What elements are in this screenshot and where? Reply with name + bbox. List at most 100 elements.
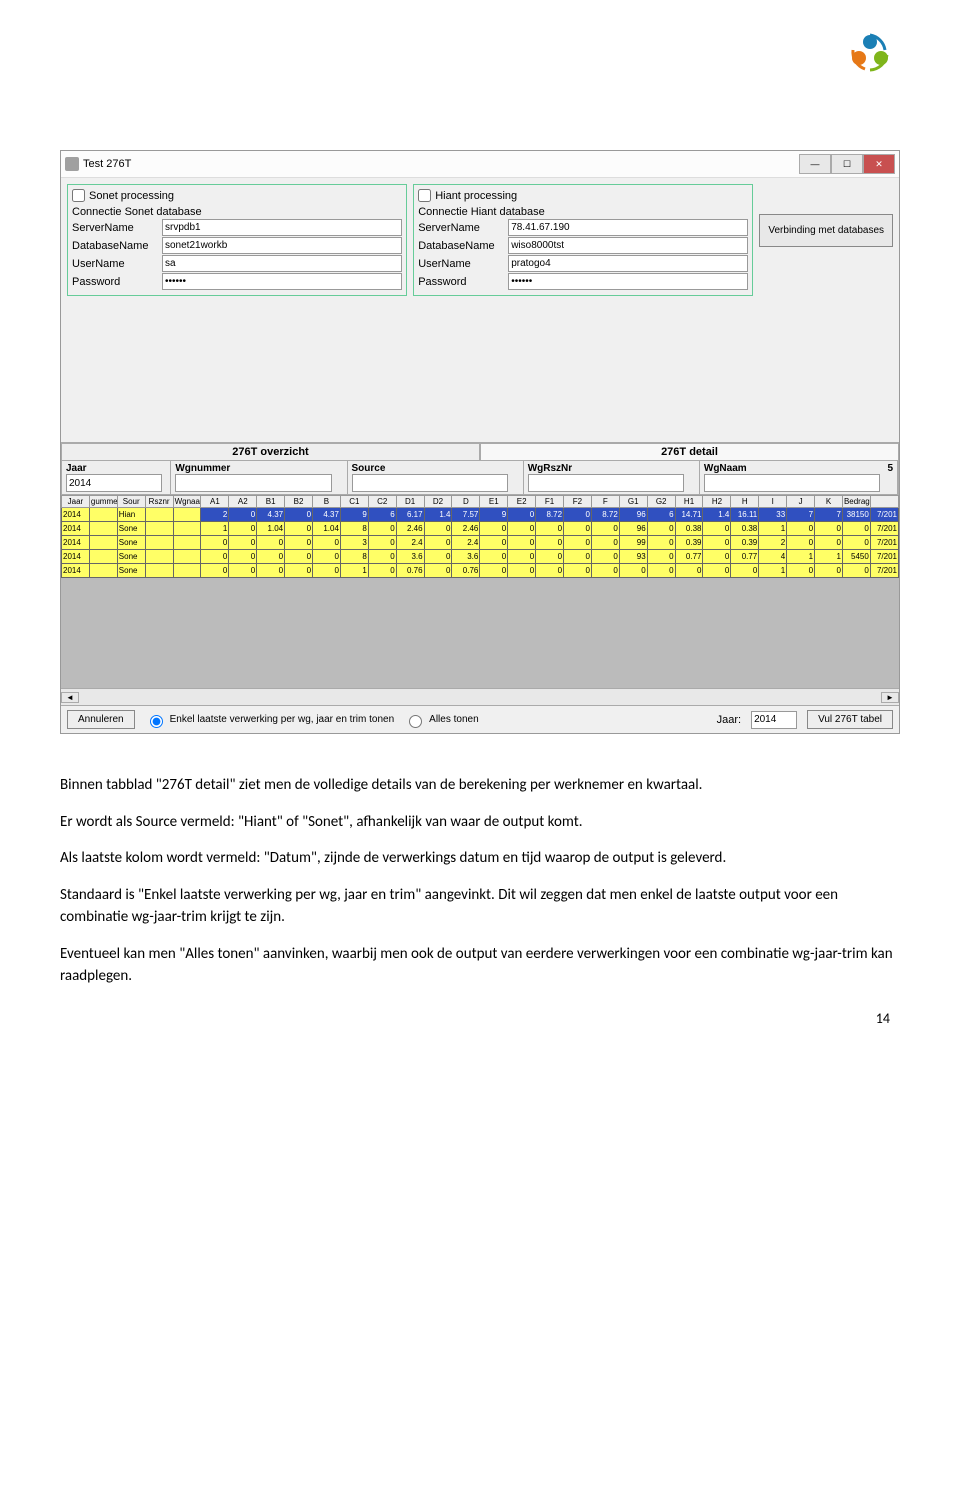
table-cell: 0 — [480, 564, 508, 578]
table-cell: 7.57 — [452, 508, 480, 522]
table-cell: 0 — [257, 550, 285, 564]
tab-detail[interactable]: 276T detail — [480, 443, 899, 460]
grid-header-cell: Rsznr — [145, 496, 173, 508]
vul-button[interactable]: Vul 276T tabel — [807, 710, 893, 729]
sonet-server-label: ServerName — [72, 222, 162, 234]
table-row[interactable]: 2014Sone00000803.603.6000009300.7700.774… — [62, 550, 899, 564]
sonet-user-label: UserName — [72, 258, 162, 270]
filter-source-input[interactable] — [352, 474, 508, 492]
table-cell: 0 — [313, 536, 341, 550]
table-cell: 99 — [619, 536, 647, 550]
sonet-db-input[interactable] — [162, 237, 402, 254]
scroll-left-arrow[interactable]: ◄ — [61, 692, 79, 703]
table-cell: 0 — [508, 550, 536, 564]
table-cell: 0.38 — [731, 522, 759, 536]
table-cell: 6.17 — [396, 508, 424, 522]
table-cell: 9 — [340, 508, 368, 522]
table-cell: 0 — [480, 536, 508, 550]
grid-header-cell — [870, 496, 898, 508]
sonet-panel: Sonet processing Connectie Sonet databas… — [67, 184, 407, 296]
filter-wgnaam-input[interactable] — [704, 474, 880, 492]
hiant-processing-checkbox[interactable] — [418, 189, 431, 202]
hiant-db-input[interactable] — [508, 237, 748, 254]
sonet-processing-checkbox[interactable] — [72, 189, 85, 202]
app-icon — [65, 157, 79, 171]
table-cell: 1.04 — [257, 522, 285, 536]
footer-jaar-input[interactable] — [751, 711, 797, 729]
hiant-server-input[interactable] — [508, 219, 748, 236]
table-cell — [173, 536, 201, 550]
filter-wgnummer-input[interactable] — [175, 474, 331, 492]
table-cell — [145, 564, 173, 578]
tab-overzicht[interactable]: 276T overzicht — [61, 443, 480, 460]
table-cell: 0 — [257, 564, 285, 578]
table-cell: 0 — [591, 536, 619, 550]
explain-p3: Als laatste kolom wordt vermeld: "Datum"… — [60, 847, 900, 870]
hiant-processing-label: Hiant processing — [435, 190, 517, 202]
filter-wgrsznr-input[interactable] — [528, 474, 684, 492]
scroll-right-arrow[interactable]: ► — [881, 692, 899, 703]
filter-wgnaam-label: WgNaam — [704, 463, 747, 474]
table-row[interactable]: 2014Sone101.0401.04802.4602.46000009600.… — [62, 522, 899, 536]
table-cell: 1.04 — [313, 522, 341, 536]
filter-jaar-input[interactable] — [66, 474, 162, 492]
hiant-pass-label: Password — [418, 276, 508, 288]
table-cell: 0 — [424, 550, 452, 564]
table-cell: 7 — [815, 508, 843, 522]
table-cell: 0 — [842, 536, 870, 550]
table-cell: 0.76 — [452, 564, 480, 578]
table-cell: Sone — [117, 522, 145, 536]
minimize-button[interactable]: — — [799, 154, 831, 174]
table-cell: 0 — [619, 564, 647, 578]
titlebar: Test 276T — ☐ ✕ — [61, 151, 899, 178]
annuleren-button[interactable]: Annuleren — [67, 710, 135, 729]
grid-header-cell: B1 — [257, 496, 285, 508]
table-cell: 0 — [229, 550, 257, 564]
table-cell: 0 — [564, 508, 592, 522]
table-row[interactable]: 2014Sone00000302.402.4000009900.3900.392… — [62, 536, 899, 550]
hiant-pass-input[interactable] — [508, 273, 748, 290]
sonet-pass-label: Password — [72, 276, 162, 288]
table-cell: 0 — [313, 550, 341, 564]
enkel-radio[interactable]: Enkel laatste verwerking per wg, jaar en… — [145, 712, 395, 728]
table-cell: 0 — [536, 550, 564, 564]
table-cell: 7/201 — [870, 550, 898, 564]
table-cell: Sone — [117, 536, 145, 550]
table-cell: 96 — [619, 522, 647, 536]
data-grid[interactable]: JaargummerSourRsznrWgnaamA1A2B1B2BC1C2D1… — [61, 495, 899, 578]
table-cell: 4.37 — [313, 508, 341, 522]
empty-area — [61, 302, 899, 442]
table-cell: 0 — [368, 522, 396, 536]
table-cell: 0 — [285, 508, 313, 522]
close-button[interactable]: ✕ — [863, 154, 895, 174]
table-cell: Sone — [117, 550, 145, 564]
table-cell: 4.37 — [257, 508, 285, 522]
alles-radio[interactable]: Alles tonen — [404, 712, 478, 728]
sonet-group-label: Connectie Sonet database — [72, 206, 402, 218]
maximize-button[interactable]: ☐ — [831, 154, 863, 174]
table-cell: 0 — [647, 550, 675, 564]
table-cell: 7/201 — [870, 536, 898, 550]
table-cell: 16.11 — [731, 508, 759, 522]
table-cell: 2 — [759, 536, 787, 550]
grid-header-cell: A2 — [229, 496, 257, 508]
sonet-pass-input[interactable] — [162, 273, 402, 290]
table-row[interactable]: 2014Hian204.3704.37966.171.47.57908.7208… — [62, 508, 899, 522]
horizontal-scrollbar[interactable]: ◄ ► — [61, 688, 899, 705]
table-cell: 0 — [591, 522, 619, 536]
table-cell: 0 — [564, 522, 592, 536]
table-cell: 0 — [842, 564, 870, 578]
grid-header-cell: Wgnaam — [173, 496, 201, 508]
table-cell: 7/201 — [870, 522, 898, 536]
sonet-user-input[interactable] — [162, 255, 402, 272]
table-cell: 0 — [564, 550, 592, 564]
verbinding-button[interactable]: Verbinding met databases — [759, 214, 893, 247]
table-cell: 0 — [508, 564, 536, 578]
hiant-user-input[interactable] — [508, 255, 748, 272]
table-cell: 0.38 — [675, 522, 703, 536]
table-cell: 0 — [591, 564, 619, 578]
table-row[interactable]: 2014Sone00000100.7600.76000000000010007/… — [62, 564, 899, 578]
sonet-server-input[interactable] — [162, 219, 402, 236]
table-cell: 4 — [759, 550, 787, 564]
grid-header-cell: E2 — [508, 496, 536, 508]
